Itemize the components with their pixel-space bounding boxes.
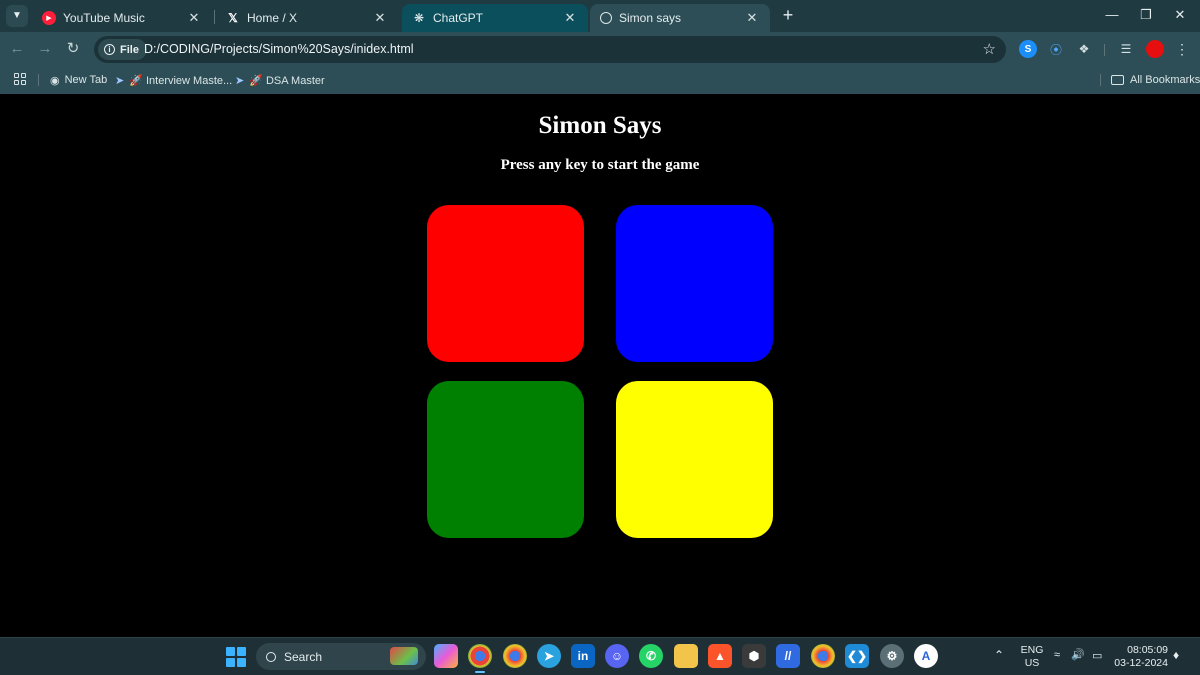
media-controls-icon[interactable]: ☰ [1117,40,1135,58]
close-window-button[interactable]: ✕ [1160,4,1200,26]
x-logo-icon: 𝕏 [228,11,238,25]
clock-time: 08:05:09 [1127,644,1168,656]
simon-blue-button[interactable] [616,205,773,362]
folder-icon [1111,75,1124,85]
globe-icon [600,12,612,24]
windows-start-icon[interactable] [226,647,246,667]
show-hidden-icons-chevron-icon[interactable]: ⌃ [994,648,1004,662]
language-indicator[interactable]: ENG US [1018,644,1046,670]
page-title: Simon Says [538,112,662,139]
search-highlight-image [390,647,418,665]
file-explorer-icon[interactable] [674,644,698,668]
a-app-icon[interactable]: A [914,644,938,668]
url-text[interactable]: D:/CODING/Projects/Simon%20Says/inidex.h… [144,42,414,56]
wifi-icon[interactable]: ≈ [1054,649,1060,661]
rocket-icon: ➤ [235,74,245,87]
kebab-menu-icon[interactable]: ⋮ [1173,40,1191,58]
youtube-music-icon: ▶ [42,11,56,25]
close-tab-icon[interactable]: ✕ [562,10,578,26]
all-bookmarks-label: All Bookmarks [1130,74,1200,86]
profile-avatar-icon[interactable] [1146,40,1164,58]
close-tab-icon[interactable]: ✕ [744,10,760,26]
simon-green-button[interactable] [427,381,584,538]
discord-icon[interactable]: ☺ [605,644,629,668]
all-bookmarks-button[interactable]: All Bookmarks [1111,72,1200,88]
cube-app-icon[interactable]: ⬢ [742,644,766,668]
whatsapp-icon[interactable]: ✆ [639,644,663,668]
new-tab-button[interactable]: + [778,5,798,25]
tab-title: Simon says [619,11,682,25]
bookmark-label: New Tab [64,74,108,86]
back-arrow-icon[interactable]: ← [6,38,28,60]
simon-yellow-button[interactable] [616,381,773,538]
language-label: ENG [1020,644,1044,656]
linkedin-icon[interactable]: in [571,644,595,668]
bookmarks-divider [38,74,39,86]
notification-bell-icon[interactable]: ♦ [1173,648,1179,662]
close-tab-icon[interactable]: ✕ [372,10,388,26]
apps-grid-icon[interactable] [14,73,26,85]
tab-title: YouTube Music [63,11,145,25]
extensions-puzzle-icon[interactable]: ❖ [1075,40,1093,58]
bookmark-dsa-master[interactable]: ➤ 🚀 DSA Master [235,72,325,88]
scheme-label: File [120,43,139,56]
chrome-profile-icon[interactable] [503,644,527,668]
simon-red-button[interactable] [427,205,584,362]
settings-gear-icon[interactable]: ⚙ [880,644,904,668]
tab-search-dropdown-icon[interactable]: ▼ [6,5,28,27]
site-info-chip[interactable]: i File [98,39,147,60]
tab-home-x[interactable]: 𝕏 Home / X ✕ [216,4,398,32]
brave-icon[interactable]: ▲ [708,644,732,668]
tab-title: ChatGPT [433,11,484,25]
editor-app-icon[interactable]: // [776,644,800,668]
taskbar-search-box[interactable]: Search [256,643,426,670]
rocket-icon: ➤ [115,74,125,87]
globe-icon: ◉ [50,74,60,87]
info-icon: i [104,44,115,55]
audio-extension-icon[interactable]: ⦿ [1047,40,1065,58]
browser-toolbar: ← → ↻ i File D:/CODING/Projects/Simon%20… [0,32,1200,66]
clock-date: 03-12-2024 [1114,657,1168,669]
copilot-icon[interactable] [434,644,458,668]
tab-youtube-music[interactable]: ▶ YouTube Music ✕ [32,4,212,32]
address-bar[interactable]: i File D:/CODING/Projects/Simon%20Says/i… [94,36,1006,63]
search-label: Search [284,649,323,664]
reload-icon[interactable]: ↻ [62,38,84,60]
close-tab-icon[interactable]: ✕ [186,10,202,26]
toolbar-divider [1104,44,1105,56]
bookmark-label: 🚀 Interview Maste... [129,74,233,87]
shazam-extension-icon[interactable]: S [1019,40,1037,58]
bookmark-interview-master[interactable]: ➤ 🚀 Interview Maste... [115,72,232,88]
bookmark-new-tab[interactable]: ◉ New Tab [50,72,107,88]
tab-simon-says[interactable]: Simon says ✕ [590,4,770,32]
page-content: Simon Says Press any key to start the ga… [0,94,1200,637]
system-clock[interactable]: 08:05:09 03-12-2024 [1112,644,1168,670]
forward-arrow-icon[interactable]: → [34,38,56,60]
battery-icon[interactable]: ▭ [1092,649,1102,662]
page-subtitle: Press any key to start the game [500,157,700,173]
chrome-secondary-icon[interactable] [811,644,835,668]
volume-icon[interactable]: 🔊 [1071,648,1085,661]
tab-divider [214,10,215,24]
bookmark-star-icon[interactable]: ☆ [983,40,996,58]
tab-chatgpt[interactable]: ❋ ChatGPT ✕ [402,4,588,32]
region-label: US [1024,657,1040,669]
tab-title: Home / X [247,11,298,25]
tab-strip: ▼ ▶ YouTube Music ✕ 𝕏 Home / X ✕ ❋ ChatG… [0,0,1200,32]
bookmarks-divider [1100,74,1101,86]
chrome-app-icon[interactable] [468,644,492,673]
bookmark-label: 🚀 DSA Master [249,74,325,87]
bookmarks-bar: ◉ New Tab ➤ 🚀 Interview Maste... ➤ 🚀 DSA… [0,66,1200,94]
telegram-icon[interactable]: ➤ [537,644,561,668]
search-icon [266,651,276,662]
windows-taskbar: Search ➤ in ☺ ✆ ▲ ⬢ // ❮❯ ⚙ A ⌃ ENG US ≈… [0,637,1200,675]
chatgpt-icon: ❋ [413,11,425,25]
vscode-icon[interactable]: ❮❯ [845,644,869,668]
